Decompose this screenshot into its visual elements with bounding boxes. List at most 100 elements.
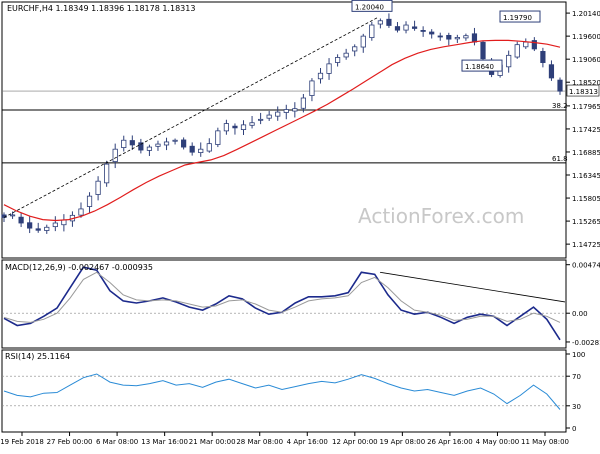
candle-body xyxy=(394,26,401,31)
candle-body xyxy=(454,37,460,40)
x-tick-label: 4 Apr 16:00 xyxy=(287,438,328,446)
candle-body xyxy=(35,228,41,231)
candle-body xyxy=(420,30,426,32)
candle-body xyxy=(275,111,281,117)
x-tick-label: 6 Mar 08:00 xyxy=(96,438,138,446)
price-y-tick-label: 1.16885 xyxy=(572,149,600,157)
candle-body xyxy=(112,148,118,162)
candle-body xyxy=(523,41,529,48)
candle-body xyxy=(232,125,238,129)
rsi-y-tick-label: 30 xyxy=(572,403,581,411)
candle-body xyxy=(506,54,512,68)
price-y-tick-label: 1.15265 xyxy=(572,218,600,226)
price-panel-title: EURCHF,H4 1.18349 1.18396 1.18178 1.1831… xyxy=(7,4,195,13)
watermark-text: ActionForex.com xyxy=(358,204,524,228)
candle-body xyxy=(172,139,178,142)
candle-body xyxy=(437,35,443,38)
macd-y-tick-label: 0.00 xyxy=(572,310,588,318)
price-callout-label: 1.20040 xyxy=(355,3,384,11)
candle-body xyxy=(540,51,546,63)
candle-body xyxy=(446,34,452,40)
candle-body xyxy=(146,146,153,151)
candle-body xyxy=(240,124,247,130)
macd-y-tick-label: -0.00281 xyxy=(572,339,600,347)
candle-body xyxy=(548,64,555,79)
chart-root: ActionForex.com 38.2 61.8 1.20040 1.19790 1… xyxy=(0,0,600,450)
price-callout-label: 1.18640 xyxy=(465,63,494,71)
candle-body xyxy=(249,122,255,126)
candle-body xyxy=(95,180,101,195)
macd-y-tick-label: 0.004741 xyxy=(572,262,600,270)
macd-panel-title: MACD(12,26,9) -0.002467 -0.000935 xyxy=(5,263,153,272)
price-callout-label: 1.19790 xyxy=(503,14,532,22)
candle-body xyxy=(429,31,435,35)
candle-body xyxy=(403,24,409,31)
candle-body xyxy=(377,20,383,25)
candle-body xyxy=(557,79,563,92)
candle-body xyxy=(86,195,93,207)
candle-body xyxy=(18,216,24,224)
candle-body xyxy=(386,18,392,26)
candle-body xyxy=(480,41,486,60)
x-tick-label: 27 Feb 00:00 xyxy=(47,438,93,446)
current-price-label: 1.18313 xyxy=(569,88,598,96)
candle-body xyxy=(343,52,349,58)
fib-level-label: 61.8 xyxy=(552,155,568,163)
x-tick-label: 12 Apr 00:00 xyxy=(332,438,378,446)
candle-body xyxy=(27,222,33,229)
candle-body xyxy=(181,139,187,148)
x-tick-label: 19 Apr 08:00 xyxy=(380,438,426,446)
candle-body xyxy=(155,143,161,147)
candle-body xyxy=(309,80,315,96)
price-y-tick-label: 1.15805 xyxy=(572,195,600,203)
candle-body xyxy=(52,222,58,228)
rsi-panel-title: RSI(14) 25.1164 xyxy=(5,352,70,361)
price-y-tick-label: 1.16345 xyxy=(572,172,600,180)
candle-body xyxy=(326,63,332,74)
candle-body xyxy=(61,219,67,226)
price-y-tick-label: 1.19060 xyxy=(572,56,600,64)
rsi-y-tick-label: 70 xyxy=(572,373,581,381)
candle-body xyxy=(266,114,272,119)
price-y-tick-label: 1.14725 xyxy=(572,241,600,249)
x-tick-label: 19 Feb 2018 xyxy=(0,438,44,446)
rsi-y-tick-label: 0 xyxy=(572,425,576,433)
candle-body xyxy=(471,33,478,43)
candle-body xyxy=(121,139,127,148)
candle-body xyxy=(129,140,135,146)
candle-body xyxy=(292,108,298,112)
candle-body xyxy=(463,35,469,39)
candle-body xyxy=(9,214,16,217)
x-tick-label: 21 Mar 00:00 xyxy=(189,438,236,446)
candle-body xyxy=(334,57,341,63)
candle-body xyxy=(300,97,306,109)
x-tick-label: 13 Mar 16:00 xyxy=(141,438,188,446)
candle-body xyxy=(514,44,520,58)
x-tick-label: 26 Apr 16:00 xyxy=(427,438,473,446)
price-y-tick-label: 1.17425 xyxy=(572,126,600,134)
price-y-tick-label: 1.17965 xyxy=(572,103,600,111)
price-y-tick-label: 1.20140 xyxy=(572,10,600,18)
candle-body xyxy=(283,109,289,113)
candle-body xyxy=(206,143,212,152)
candle-body xyxy=(163,141,170,146)
candle-body xyxy=(198,148,204,153)
price-y-tick-label: 1.19600 xyxy=(572,33,600,41)
candle-body xyxy=(258,118,264,121)
candle-body xyxy=(215,130,221,145)
candle-body xyxy=(369,24,375,38)
candle-body xyxy=(104,163,110,184)
candle-body xyxy=(223,123,229,132)
fib-level-label: 38.2 xyxy=(552,102,568,110)
candle-body xyxy=(360,35,366,48)
candle-body xyxy=(317,72,324,80)
x-tick-label: 28 Mar 08:00 xyxy=(236,438,283,446)
candle-body xyxy=(411,26,418,29)
chart-svg: ActionForex.com 38.2 61.8 1.20040 1.19790 1… xyxy=(0,0,600,450)
candle-body xyxy=(352,46,358,52)
rsi-y-tick-label: 100 xyxy=(572,351,585,359)
candle-body xyxy=(44,226,50,231)
x-tick-label: 4 May 00:00 xyxy=(476,438,520,446)
candle-body xyxy=(78,208,84,216)
x-tick-label: 11 May 08:00 xyxy=(521,438,569,446)
